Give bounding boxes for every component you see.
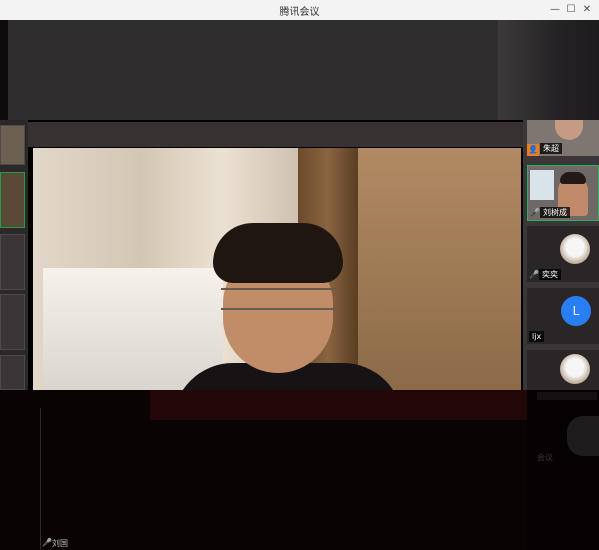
title-bar: 腾讯会议 — ☐ ✕ <box>0 0 599 21</box>
maximize-button[interactable]: ☐ <box>563 2 579 18</box>
participant-tile[interactable]: 👤 朱超 <box>527 120 599 156</box>
wall <box>358 148 521 390</box>
speaker-glasses <box>221 288 336 310</box>
bottom-divider <box>40 408 41 550</box>
shared-screen-edge <box>498 20 599 120</box>
left-thumbnail[interactable] <box>0 294 25 350</box>
left-thumbnail-active[interactable] <box>0 172 25 228</box>
mic-icon: 🎤 <box>42 538 52 547</box>
cat-avatar-icon <box>560 234 590 264</box>
participant-video <box>555 120 583 140</box>
cat-avatar-icon <box>560 354 590 384</box>
right-lower-area <box>527 390 599 550</box>
speaker-figure <box>173 223 403 390</box>
participant-name: 刘树成 <box>540 207 570 218</box>
close-button[interactable]: ✕ <box>579 2 595 18</box>
participant-video-background <box>530 170 554 200</box>
main-speaker-video[interactable] <box>33 148 521 390</box>
participant-name: 奕奕 <box>539 269 561 280</box>
initial-avatar-icon: L <box>561 296 591 326</box>
speaker-hair <box>213 223 343 283</box>
left-thumbnail[interactable] <box>0 355 25 390</box>
participant-tile[interactable]: L ljx <box>527 288 599 344</box>
video-header-band <box>28 122 525 147</box>
participant-tile[interactable] <box>527 350 599 390</box>
right-lower-bar <box>537 392 597 400</box>
participant-name: ljx <box>529 331 545 342</box>
right-lower-label: 会议 <box>537 453 553 462</box>
participant-name: 朱超 <box>540 143 562 154</box>
bottom-tint <box>150 390 530 420</box>
shared-screen-area <box>8 20 498 120</box>
participant-tile[interactable]: 🎤 奕奕 <box>527 226 599 282</box>
left-thumbnail[interactable] <box>0 234 25 290</box>
right-lower-shape <box>567 416 599 456</box>
window-light <box>43 268 223 390</box>
host-badge-icon: 👤 <box>527 144 539 156</box>
bottom-video-area: 🎤 刘国 <box>0 390 530 550</box>
minimize-button[interactable]: — <box>547 2 563 18</box>
mic-icon: 🎤 <box>529 270 539 279</box>
left-thumbnail[interactable] <box>0 125 25 165</box>
participant-tile-active[interactable]: 🎤 刘树成 <box>527 165 599 221</box>
mic-icon: 🎤 <box>530 208 540 217</box>
active-speaker-name: 刘国 <box>52 539 68 548</box>
app-title: 腾讯会议 <box>279 7 320 18</box>
